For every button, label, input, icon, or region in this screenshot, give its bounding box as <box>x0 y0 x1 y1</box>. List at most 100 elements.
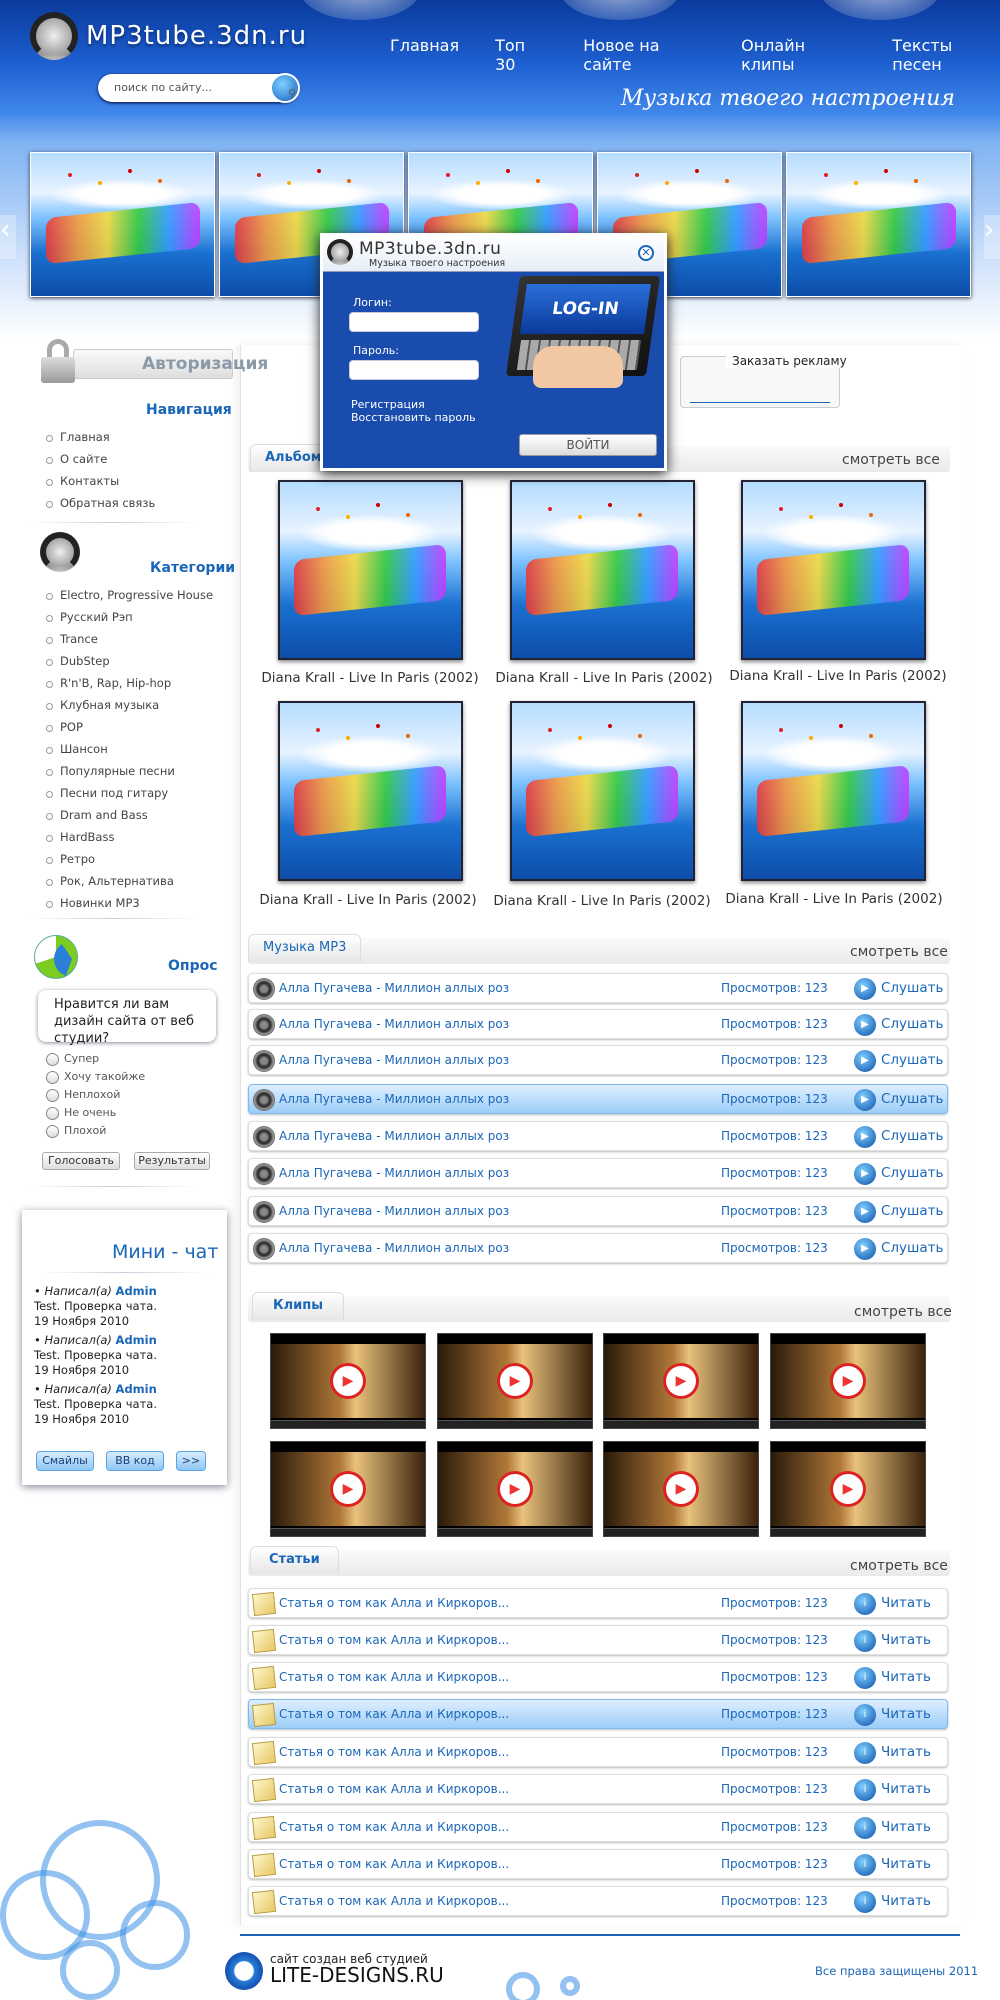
articles-see-all-link[interactable]: смотреть все <box>850 1558 948 1574</box>
album-cover[interactable] <box>741 480 926 660</box>
sidebar-item-home[interactable]: Главная <box>44 426 155 448</box>
list-row[interactable]: Статья о том как Алла и Киркоров... Просм… <box>248 1699 948 1729</box>
category-item[interactable]: Ретро <box>44 848 213 870</box>
clip-thumb[interactable]: ▶ <box>437 1333 593 1429</box>
info-icon[interactable]: i <box>854 1742 876 1764</box>
list-row[interactable]: Статья о том как Алла и Киркоров... Просм… <box>248 1737 948 1767</box>
banner-thumb[interactable] <box>786 152 971 297</box>
album-cover[interactable] <box>278 701 463 881</box>
info-icon[interactable]: i <box>854 1854 876 1876</box>
row-action-link[interactable]: Слушать <box>881 1128 944 1144</box>
category-item[interactable]: Клубная музыка <box>44 694 213 716</box>
play-icon[interactable]: ▶ <box>854 1201 876 1223</box>
nav-item-lyrics[interactable]: Тексты песен <box>892 36 1000 74</box>
row-title[interactable]: Статья о том как Алла и Киркоров... <box>279 1894 509 1908</box>
list-row[interactable]: Алла Пугачева - Миллион аллых роз Просмот… <box>248 1233 948 1263</box>
row-action-link[interactable]: Читать <box>881 1856 931 1872</box>
list-row[interactable]: Алла Пугачева - Миллион аллых роз Просмот… <box>248 1045 948 1075</box>
list-row[interactable]: Статья о том как Алла и Киркоров... Просм… <box>248 1774 948 1804</box>
clip-thumb[interactable]: ▶ <box>437 1441 593 1537</box>
list-row[interactable]: Статья о том как Алла и Киркоров... Просм… <box>248 1625 948 1655</box>
row-title[interactable]: Статья о том как Алла и Киркоров... <box>279 1820 509 1834</box>
row-action-link[interactable]: Читать <box>881 1819 931 1835</box>
list-row[interactable]: Алла Пугачева - Миллион аллых роз Просмот… <box>248 1009 948 1039</box>
album-cover[interactable] <box>741 701 926 881</box>
restore-password-link[interactable]: Восстановить пароль <box>351 411 476 424</box>
album-caption[interactable]: Diana Krall - Live In Paris (2002) <box>492 893 712 909</box>
row-title[interactable]: Статья о том как Алла и Киркоров... <box>279 1857 509 1871</box>
sidebar-item-about[interactable]: О сайте <box>44 448 155 470</box>
clip-thumb[interactable]: ▶ <box>770 1333 926 1429</box>
album-caption[interactable]: Diana Krall - Live In Paris (2002) <box>494 670 714 686</box>
nav-item-clips[interactable]: Онлайн клипы <box>741 36 856 74</box>
banner-thumb[interactable] <box>30 152 215 297</box>
login-submit-button[interactable]: ВОЙТИ <box>519 434 657 456</box>
info-icon[interactable]: i <box>854 1630 876 1652</box>
row-title[interactable]: Статья о том как Алла и Киркоров... <box>279 1745 509 1759</box>
nav-item-home[interactable]: Главная <box>390 36 459 74</box>
register-link[interactable]: Регистрация <box>351 398 425 411</box>
poll-option[interactable]: Плохой <box>46 1122 145 1140</box>
category-item[interactable]: DubStep <box>44 650 213 672</box>
albums-see-all-link[interactable]: смотреть все <box>842 452 940 468</box>
play-icon[interactable]: ▶ <box>854 1050 876 1072</box>
studio-name-link[interactable]: LITE-DESIGNS.RU <box>270 1963 444 1987</box>
row-title[interactable]: Статья о том как Алла и Киркоров... <box>279 1782 509 1796</box>
category-item[interactable]: Популярные песни <box>44 760 213 782</box>
chat-more-button[interactable]: >> <box>176 1451 206 1471</box>
auth-block[interactable]: Авторизация <box>35 335 268 387</box>
password-field[interactable] <box>349 360 479 380</box>
row-title[interactable]: Алла Пугачева - Миллион аллых роз <box>279 1129 509 1143</box>
clip-thumb[interactable]: ▶ <box>270 1333 426 1429</box>
site-logo[interactable]: MP3tube.3dn.ru <box>30 12 307 60</box>
row-title[interactable]: Алла Пугачева - Миллион аллых роз <box>279 1092 509 1106</box>
album-caption[interactable]: Diana Krall - Live In Paris (2002) <box>258 892 478 908</box>
sidebar-item-feedback[interactable]: Обратная связь <box>44 492 155 514</box>
list-row[interactable]: Алла Пугачева - Миллион аллых роз Просмот… <box>248 973 948 1003</box>
login-field[interactable] <box>349 312 479 332</box>
row-title[interactable]: Алла Пугачева - Миллион аллых роз <box>279 981 509 995</box>
bbcode-button[interactable]: BB код <box>106 1451 164 1471</box>
row-action-link[interactable]: Слушать <box>881 1203 944 1219</box>
album-cover[interactable] <box>510 480 695 660</box>
category-item[interactable]: R'n'B, Rap, Hip-hop <box>44 672 213 694</box>
row-title[interactable]: Алла Пугачева - Миллион аллых роз <box>279 1166 509 1180</box>
row-action-link[interactable]: Читать <box>881 1893 931 1909</box>
category-item[interactable]: Рок, Альтернатива <box>44 870 213 892</box>
album-cover[interactable] <box>510 701 695 881</box>
info-icon[interactable]: i <box>854 1891 876 1913</box>
row-action-link[interactable]: Читать <box>881 1781 931 1797</box>
results-button[interactable]: Результаты <box>134 1152 210 1170</box>
row-action-link[interactable]: Читать <box>881 1632 931 1648</box>
row-title[interactable]: Алла Пугачева - Миллион аллых роз <box>279 1053 509 1067</box>
row-title[interactable]: Алла Пугачева - Миллион аллых роз <box>279 1017 509 1031</box>
category-item[interactable]: Electro, Progressive House <box>44 584 213 606</box>
list-row[interactable]: Статья о том как Алла и Киркоров... Просм… <box>248 1849 948 1879</box>
slider-prev-arrow[interactable]: ‹ <box>0 215 16 259</box>
row-action-link[interactable]: Слушать <box>881 1240 944 1256</box>
category-item[interactable]: Песни под гитару <box>44 782 213 804</box>
row-action-link[interactable]: Слушать <box>881 1016 944 1032</box>
sidebar-item-contacts[interactable]: Контакты <box>44 470 155 492</box>
row-action-link[interactable]: Читать <box>881 1706 931 1722</box>
clip-thumb[interactable]: ▶ <box>603 1441 759 1537</box>
list-row[interactable]: Алла Пугачева - Миллион аллых роз Просмот… <box>248 1196 948 1226</box>
vote-button[interactable]: Голосовать <box>42 1152 120 1170</box>
row-action-link[interactable]: Читать <box>881 1669 931 1685</box>
info-icon[interactable]: i <box>854 1593 876 1615</box>
chat-author[interactable]: Admin <box>116 1333 157 1347</box>
search-button[interactable]: ⚲ <box>270 73 300 103</box>
poll-option[interactable]: Супер <box>46 1050 145 1068</box>
play-icon[interactable]: ▶ <box>854 1126 876 1148</box>
list-row[interactable]: Алла Пугачева - Миллион аллых роз Просмот… <box>248 1158 948 1188</box>
clip-thumb[interactable]: ▶ <box>270 1441 426 1537</box>
row-action-link[interactable]: Читать <box>881 1595 931 1611</box>
info-icon[interactable]: i <box>854 1704 876 1726</box>
studio-logo-icon[interactable]: e <box>225 1952 263 1990</box>
clip-thumb[interactable]: ▶ <box>603 1333 759 1429</box>
album-cover[interactable] <box>278 480 463 660</box>
category-item[interactable]: POP <box>44 716 213 738</box>
tab-music[interactable]: Музыка MP3 <box>248 934 362 962</box>
row-title[interactable]: Алла Пугачева - Миллион аллых роз <box>279 1241 509 1255</box>
search-input[interactable]: поиск по сайту... ⚲ <box>98 73 300 103</box>
